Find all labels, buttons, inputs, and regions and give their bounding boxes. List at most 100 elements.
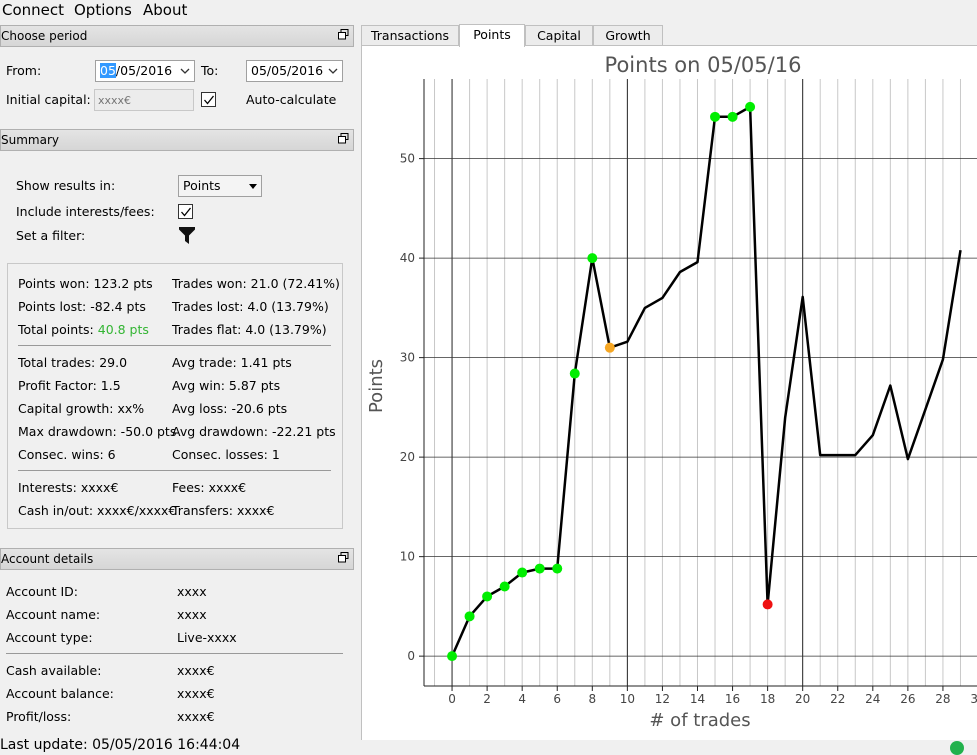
include-fees-label: Include interests/fees:: [16, 204, 155, 219]
x-tick-label: 10: [620, 692, 635, 706]
cash-available-value: xxxx€: [177, 663, 215, 678]
account-balance-label: Account balance:: [6, 686, 114, 701]
chevron-down-icon: [328, 68, 338, 74]
y-tick-label: 10: [400, 550, 415, 564]
x-tick-label: 28: [935, 692, 950, 706]
fees: Fees: xxxx€: [172, 480, 247, 495]
cash-in-out: Cash in/out: xxxx€/xxxx€: [18, 503, 177, 518]
total-points-label: Total points:: [18, 322, 98, 337]
x-tick-label: 22: [830, 692, 845, 706]
period-panel-header: Choose period: [0, 25, 354, 47]
data-point-marker: [517, 567, 528, 578]
y-tick-label: 30: [400, 351, 415, 365]
x-tick-label: 8: [588, 692, 596, 706]
show-results-value: Points: [183, 178, 221, 193]
dropdown-arrow-icon: [249, 184, 257, 189]
initial-capital-label: Initial capital:: [6, 92, 91, 107]
summary-panel-title: Summary: [1, 133, 59, 147]
x-tick-label: 2: [483, 692, 491, 706]
data-point-marker: [482, 591, 493, 602]
account-panel-title: Account details: [1, 552, 94, 566]
interests: Interests: xxxx€: [18, 480, 119, 495]
filter-icon[interactable]: [179, 227, 195, 244]
checkmark-icon: [204, 95, 215, 105]
initial-capital-input[interactable]: [94, 89, 194, 111]
float-window-icon[interactable]: [338, 552, 349, 563]
x-tick-label: 24: [865, 692, 880, 706]
account-type-label: Account type:: [6, 630, 93, 645]
total-points: Total points: 40.8 pts: [18, 322, 149, 337]
summary-stats-group: Points won: 123.2 pts Points lost: -82.4…: [7, 263, 343, 529]
data-point-marker: [499, 581, 510, 592]
account-id-value: xxxx: [177, 584, 207, 599]
data-point-marker: [762, 599, 773, 610]
account-id-label: Account ID:: [6, 584, 78, 599]
x-tick-label: 12: [655, 692, 670, 706]
tab-capital[interactable]: Capital: [525, 25, 593, 46]
points-series-line: [450, 105, 962, 657]
account-name-label: Account name:: [6, 607, 101, 622]
cash-available-label: Cash available:: [6, 663, 102, 678]
avg-win: Avg win: 5.87 pts: [172, 378, 281, 393]
period-panel-title: Choose period: [1, 29, 88, 43]
float-window-icon[interactable]: [338, 133, 349, 144]
x-tick-label: 16: [725, 692, 740, 706]
tab-transactions[interactable]: Transactions: [361, 25, 459, 46]
show-results-label: Show results in:: [16, 178, 116, 193]
consec-losses: Consec. losses: 1: [172, 447, 280, 462]
menu-bar: Connect Options About: [0, 0, 977, 20]
to-label: To:: [201, 63, 219, 78]
account-panel-header: Account details: [0, 548, 354, 570]
points-lost: Points lost: -82.4 pts: [18, 299, 146, 314]
profit-loss-value: xxxx€: [177, 709, 215, 724]
y-axis-label: Points: [366, 359, 387, 413]
divider: [6, 653, 343, 654]
data-point-marker: [587, 253, 598, 264]
avg-drawdown: Avg drawdown: -22.21 pts: [172, 424, 336, 439]
profit-loss-label: Profit/loss:: [6, 709, 72, 724]
show-results-select[interactable]: Points: [178, 175, 262, 197]
data-point-marker: [604, 342, 615, 353]
trades-flat: Trades flat: 4.0 (13.79%): [172, 322, 327, 337]
last-update-text: Last update: 05/05/2016 16:44:04: [0, 737, 241, 753]
x-tick-label: 30: [970, 692, 977, 706]
profit-factor: Profit Factor: 1.5: [18, 378, 121, 393]
tab-growth[interactable]: Growth: [593, 25, 663, 46]
transfers: Transfers: xxxx€: [172, 503, 275, 518]
auto-calculate-label: Auto-calculate: [246, 92, 337, 107]
include-fees-checkbox[interactable]: [178, 204, 193, 219]
points-won: Points won: 123.2 pts: [18, 276, 153, 291]
from-date-picker[interactable]: 05/05/2016: [95, 60, 195, 82]
set-filter-label: Set a filter:: [16, 228, 86, 243]
data-point-marker: [552, 563, 563, 574]
menu-connect[interactable]: Connect: [2, 0, 64, 20]
to-date-value: 05/05/2016: [251, 63, 324, 78]
trades-won: Trades won: 21.0 (72.41%): [172, 276, 340, 291]
auto-calculate-checkbox[interactable]: [201, 92, 216, 107]
from-date-rest: /05/2016: [115, 63, 173, 78]
data-point-marker: [464, 611, 475, 622]
trades-lost: Trades lost: 4.0 (13.79%): [172, 299, 329, 314]
tab-points[interactable]: Points: [459, 24, 525, 47]
chart-area: 02468101214161820222426283001020304050Po…: [361, 45, 977, 740]
consec-wins: Consec. wins: 6: [18, 447, 116, 462]
account-type-value: Live-xxxx: [177, 630, 237, 645]
checkmark-icon: [181, 207, 192, 217]
x-tick-label: 4: [518, 692, 526, 706]
points-chart[interactable]: 02468101214161820222426283001020304050Po…: [362, 46, 977, 741]
from-date-selected-part: 05: [100, 63, 116, 78]
float-window-icon[interactable]: [338, 29, 349, 40]
x-tick-label: 20: [795, 692, 810, 706]
menu-about[interactable]: About: [143, 0, 187, 20]
menu-options[interactable]: Options: [74, 0, 132, 20]
summary-panel-header: Summary: [0, 129, 354, 151]
avg-loss: Avg loss: -20.6 pts: [172, 401, 288, 416]
x-tick-label: 14: [690, 692, 705, 706]
data-point-marker: [569, 368, 580, 379]
divider: [18, 345, 331, 346]
data-point-marker: [745, 101, 756, 112]
x-tick-label: 18: [760, 692, 775, 706]
account-name-value: xxxx: [177, 607, 207, 622]
to-date-picker[interactable]: 05/05/2016: [246, 60, 343, 82]
status-bar: Last update: 05/05/2016 16:44:04: [0, 737, 977, 754]
